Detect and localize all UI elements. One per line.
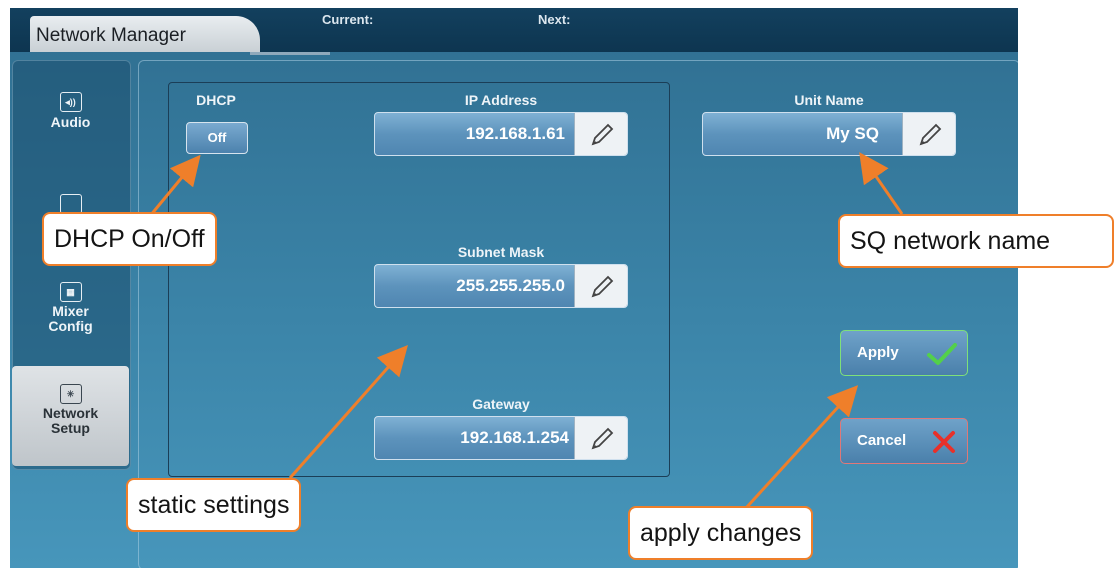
check-icon <box>927 343 957 365</box>
mixer-config-icon: ▦ <box>59 282 82 302</box>
callout-apply-changes: apply changes <box>628 506 814 560</box>
sidebar-item-label: Mixer Config <box>48 303 93 334</box>
surface-icon <box>59 194 82 214</box>
subnet-mask-label: Subnet Mask <box>457 244 545 260</box>
close-icon <box>933 431 955 453</box>
network-icon: ✳ <box>59 384 82 404</box>
gateway-value: 192.168.1.254 <box>460 428 569 447</box>
callout-dhcp: DHCP On/Off <box>42 212 217 266</box>
dhcp-toggle-button[interactable]: Off <box>186 122 248 154</box>
apply-button[interactable]: Apply <box>840 330 968 376</box>
dhcp-label: DHCP <box>196 92 236 108</box>
gateway-field[interactable]: 192.168.1.254 <box>374 416 628 460</box>
callout-static-settings: static settings <box>126 478 302 532</box>
cancel-button[interactable]: Cancel <box>840 418 968 464</box>
ip-address-label: IP Address <box>464 92 538 108</box>
tab-underline <box>250 52 330 55</box>
sidebar-item-label: Audio <box>50 114 91 130</box>
speaker-icon: ◂)) <box>59 92 82 112</box>
sidebar-item-mixer-config[interactable]: ▦ Mixer Config <box>12 282 129 334</box>
cancel-button-label: Cancel <box>857 432 907 449</box>
current-label: Current: <box>322 12 374 27</box>
edit-pencil-icon[interactable] <box>574 113 627 155</box>
gateway-label: Gateway <box>472 396 530 412</box>
ip-address-field[interactable]: 192.168.1.61 <box>374 112 628 156</box>
callout-unit-name: SQ network name <box>838 214 1114 268</box>
apply-button-label: Apply <box>857 344 899 361</box>
unit-name-value: My SQ <box>826 124 879 143</box>
next-label: Next: <box>538 12 571 27</box>
subnet-mask-field[interactable]: 255.255.255.0 <box>374 264 628 308</box>
ip-address-value: 192.168.1.61 <box>465 124 565 143</box>
edit-pencil-icon[interactable] <box>574 265 627 307</box>
window-tab-title[interactable]: Network Manager <box>30 16 260 52</box>
subnet-mask-value: 255.255.255.0 <box>456 276 565 295</box>
sidebar-item-label: Network Setup <box>42 405 99 436</box>
edit-pencil-icon[interactable] <box>902 113 955 155</box>
unit-name-label: Unit Name <box>794 92 864 108</box>
edit-pencil-icon[interactable] <box>574 417 627 459</box>
sidebar-item-audio[interactable]: ◂)) Audio <box>12 92 129 130</box>
unit-name-field[interactable]: My SQ <box>702 112 956 156</box>
sidebar-item-network-setup[interactable]: ✳ Network Setup <box>12 366 129 466</box>
